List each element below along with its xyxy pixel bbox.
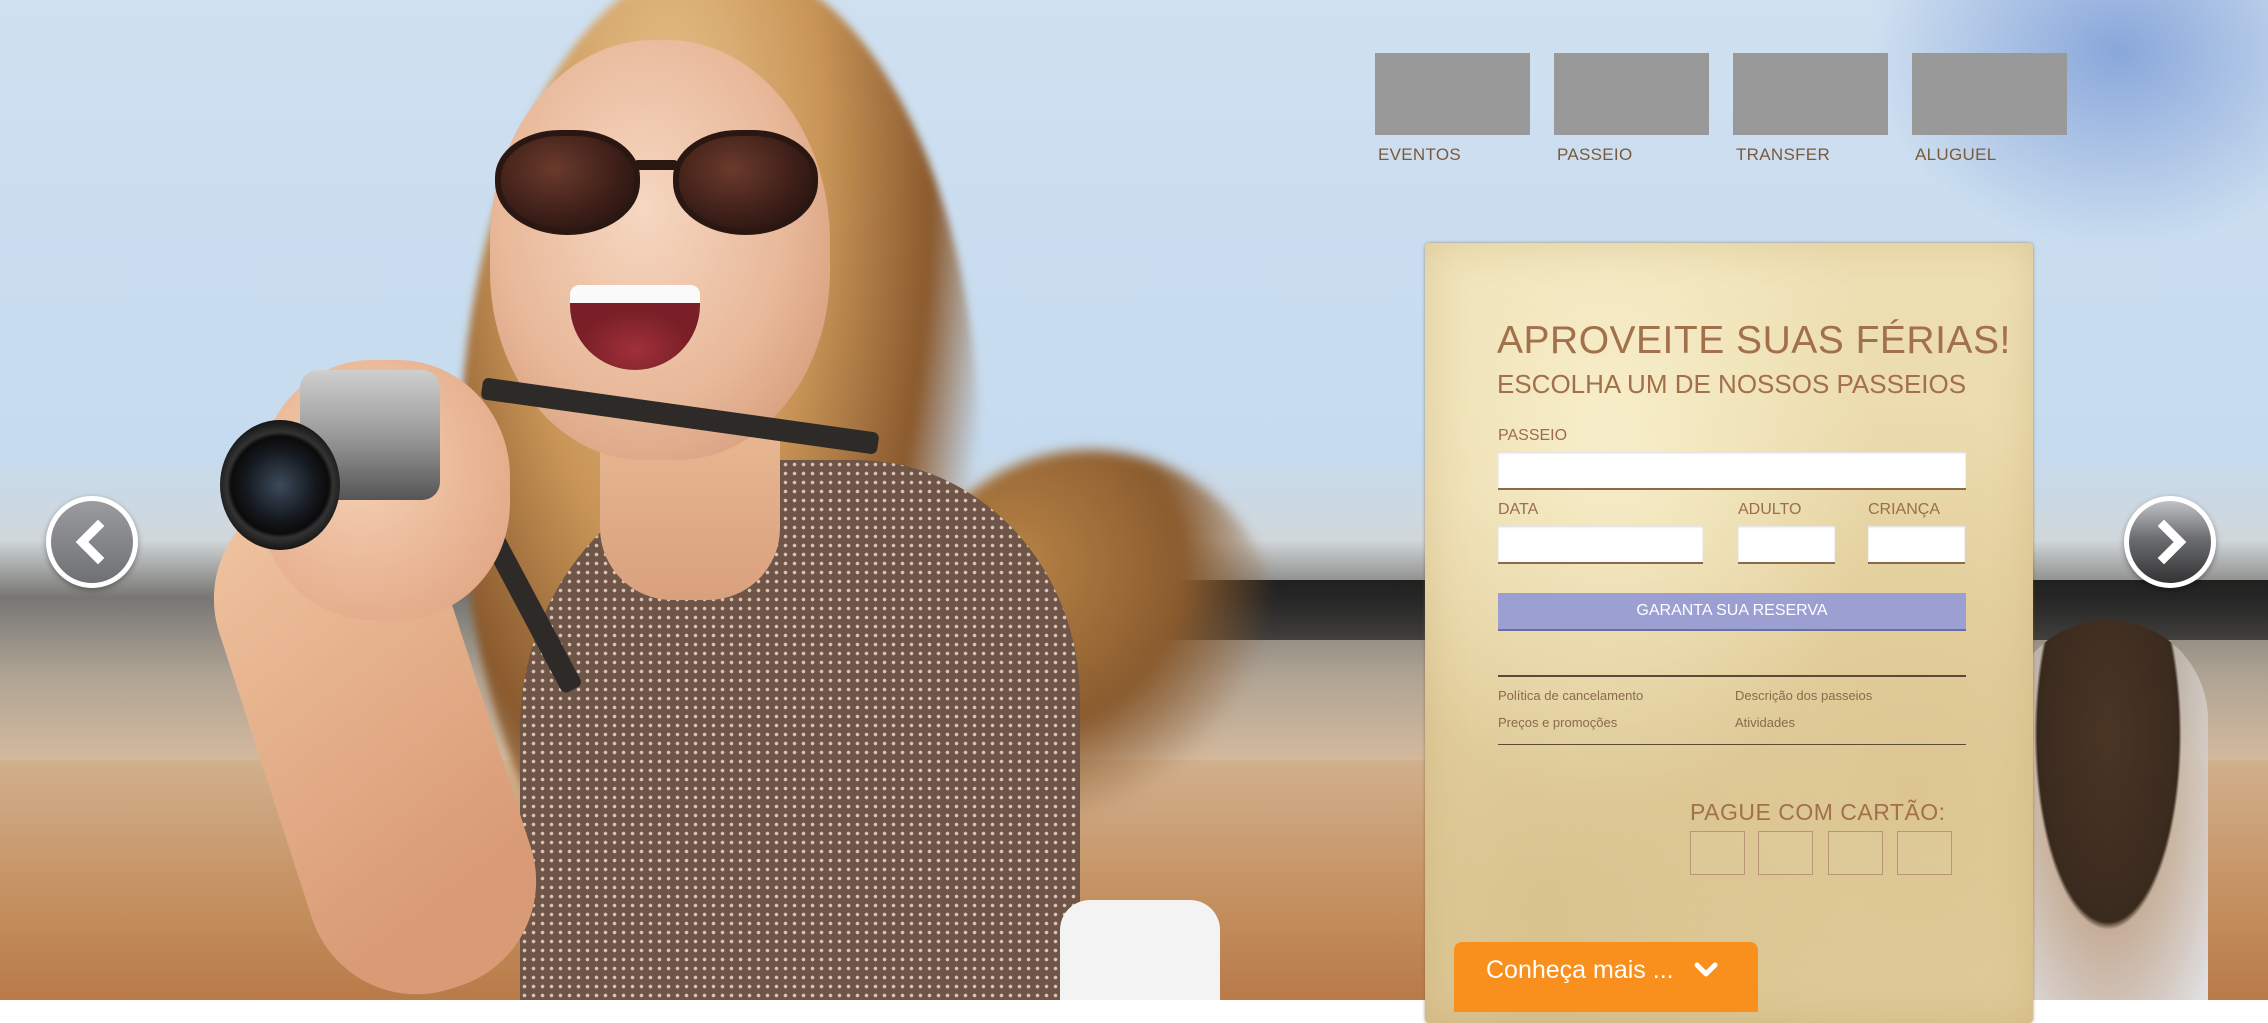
booking-title: APROVEITE SUAS FÉRIAS! <box>1497 319 2011 362</box>
category-label[interactable]: TRANSFER <box>1733 145 1888 165</box>
car-seat <box>1060 900 1220 1000</box>
category-thumbnail[interactable] <box>1912 53 2067 135</box>
category-thumbnail[interactable] <box>1375 53 1530 135</box>
category-aluguel[interactable]: ALUGUEL <box>1912 53 2067 165</box>
card-logo-slot[interactable] <box>1690 831 1745 875</box>
passeio-label: PASSEIO <box>1498 427 1568 444</box>
divider-bottom <box>1498 744 1966 745</box>
chevron-right-icon <box>2157 520 2187 564</box>
booking-panel: APROVEITE SUAS FÉRIAS! ESCOLHA UM DE NOS… <box>1425 243 2033 1023</box>
category-eventos[interactable]: EVENTOS <box>1375 53 1530 165</box>
child-count-input[interactable] <box>1868 526 1965 564</box>
camera-lens <box>220 420 340 550</box>
category-transfer[interactable]: TRANSFER <box>1733 53 1888 165</box>
card-logo-slot[interactable] <box>1897 831 1952 875</box>
card-logo-slot[interactable] <box>1828 831 1883 875</box>
background-person <box>2008 620 2208 1000</box>
crianca-label: CRIANÇA <box>1868 501 1941 518</box>
chevron-left-icon <box>75 520 105 564</box>
adulto-label: ADULTO <box>1738 501 1802 518</box>
passeio-input[interactable] <box>1498 452 1966 490</box>
chevron-down-icon <box>1694 962 1718 977</box>
category-label[interactable]: EVENTOS <box>1375 145 1530 165</box>
cancel-policy-link[interactable]: Política de cancelamento <box>1498 688 1643 703</box>
category-passeio[interactable]: PASSEIO <box>1554 53 1709 165</box>
divider-top <box>1498 675 1966 677</box>
card-logo-slot[interactable] <box>1758 831 1813 875</box>
carousel-prev-button[interactable] <box>46 496 138 588</box>
learn-more-button[interactable]: Conheça mais ... <box>1454 942 1758 1012</box>
activities-link[interactable]: Atividades <box>1735 715 1795 730</box>
reserve-button[interactable]: GARANTA SUA RESERVA <box>1498 593 1966 631</box>
category-thumbnail[interactable] <box>1554 53 1709 135</box>
pay-with-card-title: PAGUE COM CARTÃO: <box>1690 799 1946 825</box>
category-label[interactable]: ALUGUEL <box>1912 145 2067 165</box>
carousel-next-button[interactable] <box>2124 496 2216 588</box>
category-thumbnail[interactable] <box>1733 53 1888 135</box>
date-input[interactable] <box>1498 526 1703 564</box>
tour-descriptions-link[interactable]: Descrição dos passeios <box>1735 688 1872 703</box>
sunglasses <box>495 130 825 240</box>
category-nav: EVENTOS PASSEIO TRANSFER ALUGUEL <box>1375 53 2067 165</box>
adult-count-input[interactable] <box>1738 526 1835 564</box>
booking-subtitle: ESCOLHA UM DE NOSSOS PASSEIOS <box>1497 369 1967 399</box>
prices-promotions-link[interactable]: Preços e promoções <box>1498 715 1617 730</box>
category-label[interactable]: PASSEIO <box>1554 145 1709 165</box>
data-label: DATA <box>1498 501 1539 518</box>
learn-more-label: Conheça mais ... <box>1486 956 1674 984</box>
